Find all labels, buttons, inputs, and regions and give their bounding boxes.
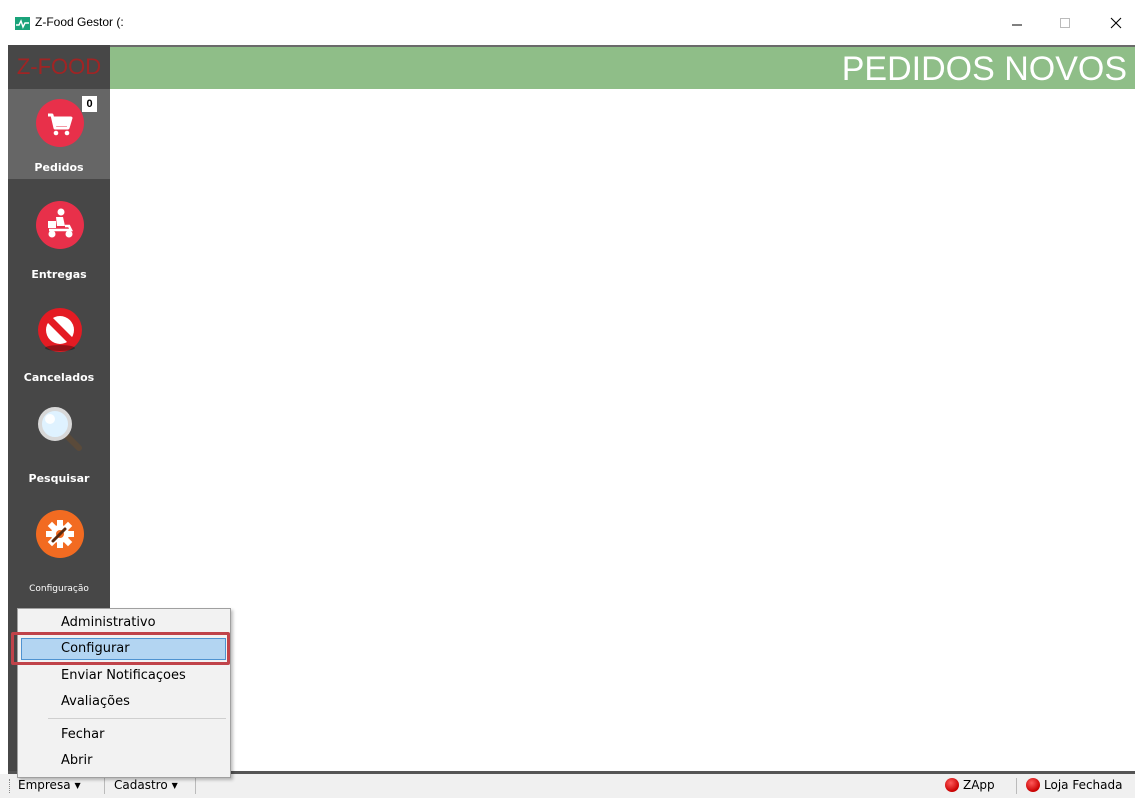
sidebar-item-label: Pesquisar (28, 472, 90, 485)
chevron-down-icon: ▼ (74, 780, 81, 790)
menu-item-label: Fechar (61, 727, 105, 742)
menu-item-avaliacoes[interactable]: Avaliações (21, 691, 226, 713)
page-header: PEDIDOS NOVOS (110, 45, 1135, 89)
sidebar-item-cancelados[interactable]: Cancelados (8, 298, 110, 388)
empresa-label: Empresa (18, 778, 71, 792)
menu-item-abrir[interactable]: Abrir (21, 750, 226, 772)
menu-item-label: Administrativo (61, 615, 156, 630)
store-status[interactable]: Loja Fechada (1026, 778, 1122, 792)
sidebar-item-label: Pedidos (34, 161, 84, 174)
zapp-label: ZApp (963, 778, 995, 792)
separator (104, 778, 105, 794)
store-status-label: Loja Fechada (1044, 778, 1123, 792)
sidebar-item-label: Entregas (31, 268, 87, 281)
empresa-menu-button[interactable]: Empresa ▼ (18, 778, 81, 792)
menu-item-label: Enviar Notificaçoes (61, 668, 186, 683)
sidebar-item-configuracao[interactable]: Configuração (8, 505, 110, 595)
menu-item-fechar[interactable]: Fechar (21, 724, 226, 746)
delivery-scooter-icon (35, 200, 85, 250)
menu-item-label: Abrir (61, 753, 93, 768)
page-title: PEDIDOS NOVOS (841, 50, 1127, 88)
cadastro-menu-button[interactable]: Cadastro ▼ (114, 778, 178, 792)
toolbar-grip[interactable] (9, 779, 13, 793)
chevron-down-icon: ▼ (171, 780, 178, 790)
maximize-button[interactable] (1050, 10, 1080, 36)
zapp-status[interactable]: ZApp (945, 778, 995, 792)
pedidos-count-badge: 0 (82, 96, 97, 112)
sidebar-item-pedidos[interactable]: 0 Pedidos (8, 89, 110, 179)
separator (195, 778, 196, 794)
sidebar-item-label: Cancelados (23, 371, 95, 384)
status-red-dot-icon (945, 778, 959, 792)
window-title: Z-Food Gestor (: (35, 15, 124, 29)
window-titlebar: Z-Food Gestor (: (0, 0, 1135, 45)
close-button[interactable] (1101, 10, 1131, 36)
status-red-dot-icon (1026, 778, 1040, 792)
menu-separator (48, 718, 226, 719)
brand-logo: Z-FOOD (16, 54, 102, 79)
app-icon (15, 17, 30, 30)
sidebar-item-label: Configuração (29, 584, 89, 594)
sidebar-item-entregas[interactable]: Entregas (8, 194, 110, 284)
cadastro-label: Cadastro (114, 778, 168, 792)
separator (1016, 778, 1017, 794)
orders-content-area (110, 89, 1135, 773)
menu-item-enviar-notificacoes[interactable]: Enviar Notificaçoes (21, 665, 226, 687)
minimize-button[interactable] (1002, 10, 1032, 36)
cancel-icon (35, 304, 85, 354)
menu-item-administrativo[interactable]: Administrativo (21, 612, 226, 634)
menu-item-label: Avaliações (61, 694, 130, 709)
cart-icon (35, 98, 85, 148)
highlight-outline (11, 632, 230, 665)
sidebar-item-pesquisar[interactable]: Pesquisar (8, 402, 110, 492)
magnifier-icon (35, 404, 85, 454)
gear-wrench-icon (35, 509, 85, 559)
